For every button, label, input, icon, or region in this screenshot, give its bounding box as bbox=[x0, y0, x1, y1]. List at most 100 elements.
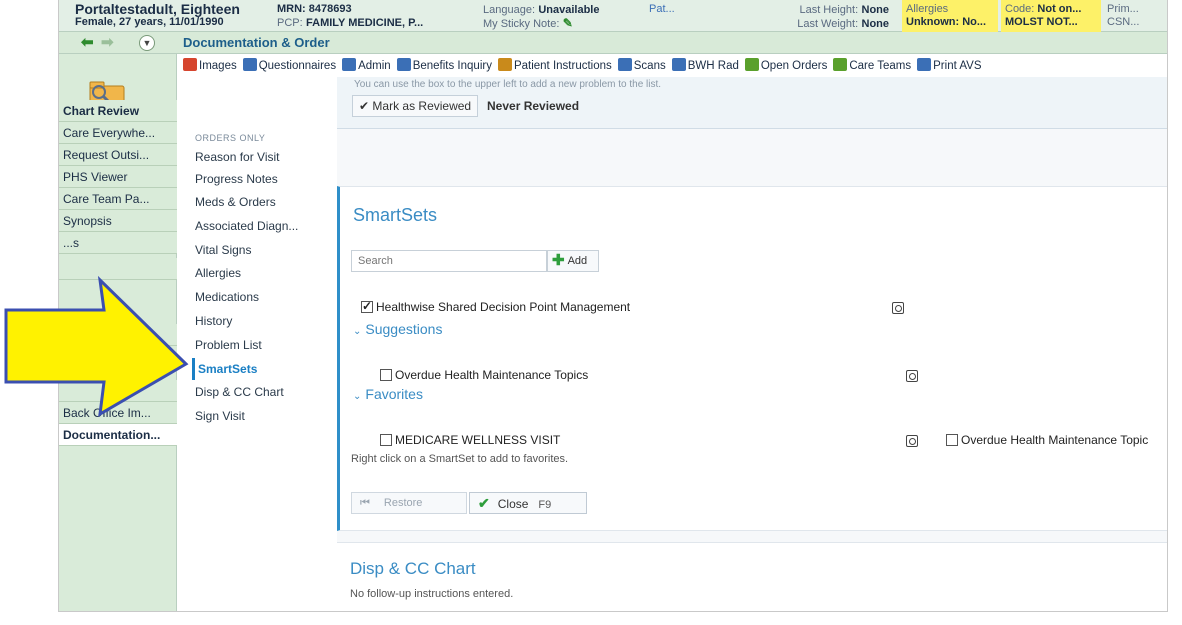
pat-link[interactable]: Pat... bbox=[649, 3, 675, 16]
toolbar-label: Images bbox=[199, 60, 237, 72]
activity-tab[interactable]: Synopsis bbox=[59, 210, 177, 232]
patient-name[interactable]: Portaltestadult, Eighteen bbox=[75, 2, 240, 16]
activity-tab[interactable]: Documentation... bbox=[59, 424, 177, 446]
toolbar-item-admin[interactable]: Admin bbox=[342, 55, 391, 77]
toolbar-item-care-teams[interactable]: Care Teams bbox=[833, 55, 911, 77]
activity-tab[interactable]: ...s bbox=[59, 232, 177, 254]
pcp-value[interactable]: FAMILY MEDICINE, P... bbox=[306, 17, 423, 29]
molst-value: MOLST NOT... bbox=[1005, 16, 1078, 28]
patient-name-block: Portaltestadult, Eighteen Female, 27 yea… bbox=[75, 0, 240, 32]
toolbar-item-questionnaires[interactable]: Questionnaires bbox=[242, 55, 337, 77]
toolbar-icon bbox=[183, 58, 197, 71]
smartset-search-input[interactable] bbox=[351, 250, 547, 272]
toolbar-item-open-orders[interactable]: Open Orders bbox=[744, 55, 827, 77]
suggestion-checkbox[interactable] bbox=[380, 369, 392, 381]
favorite-checkbox-2[interactable] bbox=[946, 434, 958, 446]
restore-button[interactable]: ⏮ Restore bbox=[351, 492, 467, 514]
smartset-label: Healthwise Shared Decision Point Managem… bbox=[376, 300, 631, 314]
favorite-checkbox[interactable] bbox=[380, 434, 392, 446]
toolbar-item-images[interactable]: Images bbox=[183, 55, 237, 77]
last-height-label: Last Height: bbox=[799, 4, 859, 16]
sticky-note-icon[interactable]: ✎ bbox=[563, 16, 573, 30]
section-nav-header: ORDERS ONLY bbox=[195, 133, 266, 143]
section-nav-item[interactable]: History bbox=[195, 310, 232, 332]
section-nav-item[interactable]: Problem List bbox=[195, 334, 262, 356]
suggestions-group-toggle[interactable]: ⌄ Suggestions bbox=[353, 321, 442, 337]
add-smartset-button[interactable]: ✚ Add bbox=[547, 250, 599, 272]
toolbar-label: Scans bbox=[633, 60, 666, 72]
chevron-down-icon: ⌄ bbox=[353, 326, 362, 337]
last-weight-value: None bbox=[861, 18, 890, 30]
close-label: Close bbox=[497, 497, 529, 511]
csn-label: CSN... bbox=[1107, 16, 1140, 28]
disp-cc-chart-title: Disp & CC Chart bbox=[350, 559, 476, 578]
pat-block: Pat... bbox=[649, 0, 675, 32]
activity-tab[interactable]: Request Outsi... bbox=[59, 144, 177, 166]
language-block: Language: Unavailable My Sticky Note: ✎ bbox=[483, 0, 633, 32]
section-nav-item[interactable]: Progress Notes bbox=[195, 168, 278, 190]
patient-header: Portaltestadult, Eighteen Female, 27 yea… bbox=[59, 0, 1167, 32]
disp-cc-chart-text: No follow-up instructions entered. bbox=[350, 588, 514, 600]
back-arrow-icon[interactable]: ⬅ bbox=[81, 35, 94, 51]
toolbar-label: Admin bbox=[358, 60, 391, 72]
toolbar-item-bwh-rad[interactable]: BWH Rad bbox=[671, 55, 739, 77]
section-nav-item[interactable]: Reason for Visit bbox=[195, 146, 280, 168]
toolbar-icon bbox=[396, 58, 411, 71]
callout-arrow-icon bbox=[4, 275, 189, 417]
favorite-label: MEDICARE WELLNESS VISIT bbox=[395, 433, 561, 447]
section-nav-item[interactable]: Allergies bbox=[195, 262, 241, 284]
toolbar-item-patient-instructions[interactable]: Patient Instructions bbox=[497, 55, 612, 77]
epic-window: Portaltestadult, Eighteen Female, 27 yea… bbox=[58, 0, 1168, 612]
toolbar-label: Care Teams bbox=[849, 60, 912, 72]
suggestion-item[interactable]: Overdue Health Maintenance Topics bbox=[380, 368, 588, 382]
mrn-block: MRN: 8478693 PCP: FAMILY MEDICINE, P... bbox=[277, 0, 473, 32]
favorites-group-toggle[interactable]: ⌄ Favorites bbox=[353, 386, 423, 402]
last-weight-label: Last Weight: bbox=[797, 18, 859, 30]
section-nav-item[interactable]: Vital Signs bbox=[195, 239, 251, 261]
prim-label: Prim... bbox=[1107, 3, 1139, 15]
activity-tab[interactable]: Chart Review bbox=[59, 100, 177, 122]
toolbar-icon bbox=[833, 58, 848, 71]
toolbar-item-print-avs[interactable]: Print AVS bbox=[917, 55, 982, 77]
problem-list-section: You can use the box to the upper left to… bbox=[337, 77, 1167, 129]
toolbar-item-scans[interactable]: Scans bbox=[617, 55, 666, 77]
section-nav-item[interactable]: Meds & Orders bbox=[195, 191, 276, 213]
smartset-item[interactable]: Healthwise Shared Decision Point Managem… bbox=[361, 299, 631, 314]
toolbar-item-benefits-inquiry[interactable]: Benefits Inquiry bbox=[396, 55, 492, 77]
allergies-badge[interactable]: Allergies Unknown: No... bbox=[902, 0, 998, 32]
suggestion-label: Overdue Health Maintenance Topics bbox=[395, 368, 589, 382]
allergies-value: Unknown: No... bbox=[906, 16, 987, 28]
activity-tab[interactable]: Care Team Pa... bbox=[59, 188, 177, 210]
section-nav-item[interactable]: Disp & CC Chart bbox=[195, 381, 284, 403]
history-dropdown-icon[interactable]: ▼ bbox=[139, 35, 155, 51]
restore-label: Restore bbox=[383, 497, 423, 509]
code-status-badge[interactable]: Code: Not on... MOLST NOT... bbox=[1001, 0, 1101, 32]
activity-toolbar: Images Questionnaires Admin Benefits Inquir… bbox=[183, 55, 1167, 77]
section-nav-item[interactable]: Associated Diagn... bbox=[195, 215, 298, 237]
activity-tab[interactable]: PHS Viewer bbox=[59, 166, 177, 188]
restore-icon: ⏮ bbox=[360, 497, 370, 509]
favorite-item[interactable]: MEDICARE WELLNESS VISIT bbox=[380, 433, 560, 447]
mark-as-reviewed-button[interactable]: ✔ Mark as Reviewed bbox=[352, 95, 479, 117]
favorite-label-2: Overdue Health Maintenance Topic bbox=[961, 433, 1149, 447]
section-nav-item[interactable]: Sign Visit bbox=[195, 405, 245, 427]
forward-arrow-icon[interactable]: ➡ bbox=[101, 35, 114, 51]
toolbar-label: Print AVS bbox=[933, 60, 982, 72]
toolbar-label: Benefits Inquiry bbox=[412, 60, 492, 72]
preview-icon[interactable] bbox=[892, 302, 904, 314]
favorite-item-2[interactable]: Overdue Health Maintenance Topic bbox=[946, 433, 1167, 447]
language-label: Language: bbox=[483, 4, 535, 16]
check-icon: ✔ bbox=[478, 495, 490, 511]
toolbar-label: Questionnaires bbox=[258, 60, 337, 72]
language-value: Unavailable bbox=[538, 4, 600, 16]
section-nav-item[interactable]: Medications bbox=[195, 286, 259, 308]
review-status: Never Reviewed bbox=[487, 99, 580, 113]
activity-tab[interactable]: Care Everywhe... bbox=[59, 122, 177, 144]
close-button[interactable]: ✔ Close F9 bbox=[469, 492, 587, 514]
preview-icon[interactable] bbox=[906, 435, 918, 447]
smartsets-section: SmartSets ✚Add Healthwise Shared Decisio… bbox=[337, 186, 1167, 531]
toolbar-label: Patient Instructions bbox=[513, 60, 612, 72]
section-nav-item[interactable]: SmartSets bbox=[192, 358, 257, 380]
preview-icon[interactable] bbox=[906, 370, 918, 382]
smartset-checkbox[interactable] bbox=[361, 299, 373, 313]
